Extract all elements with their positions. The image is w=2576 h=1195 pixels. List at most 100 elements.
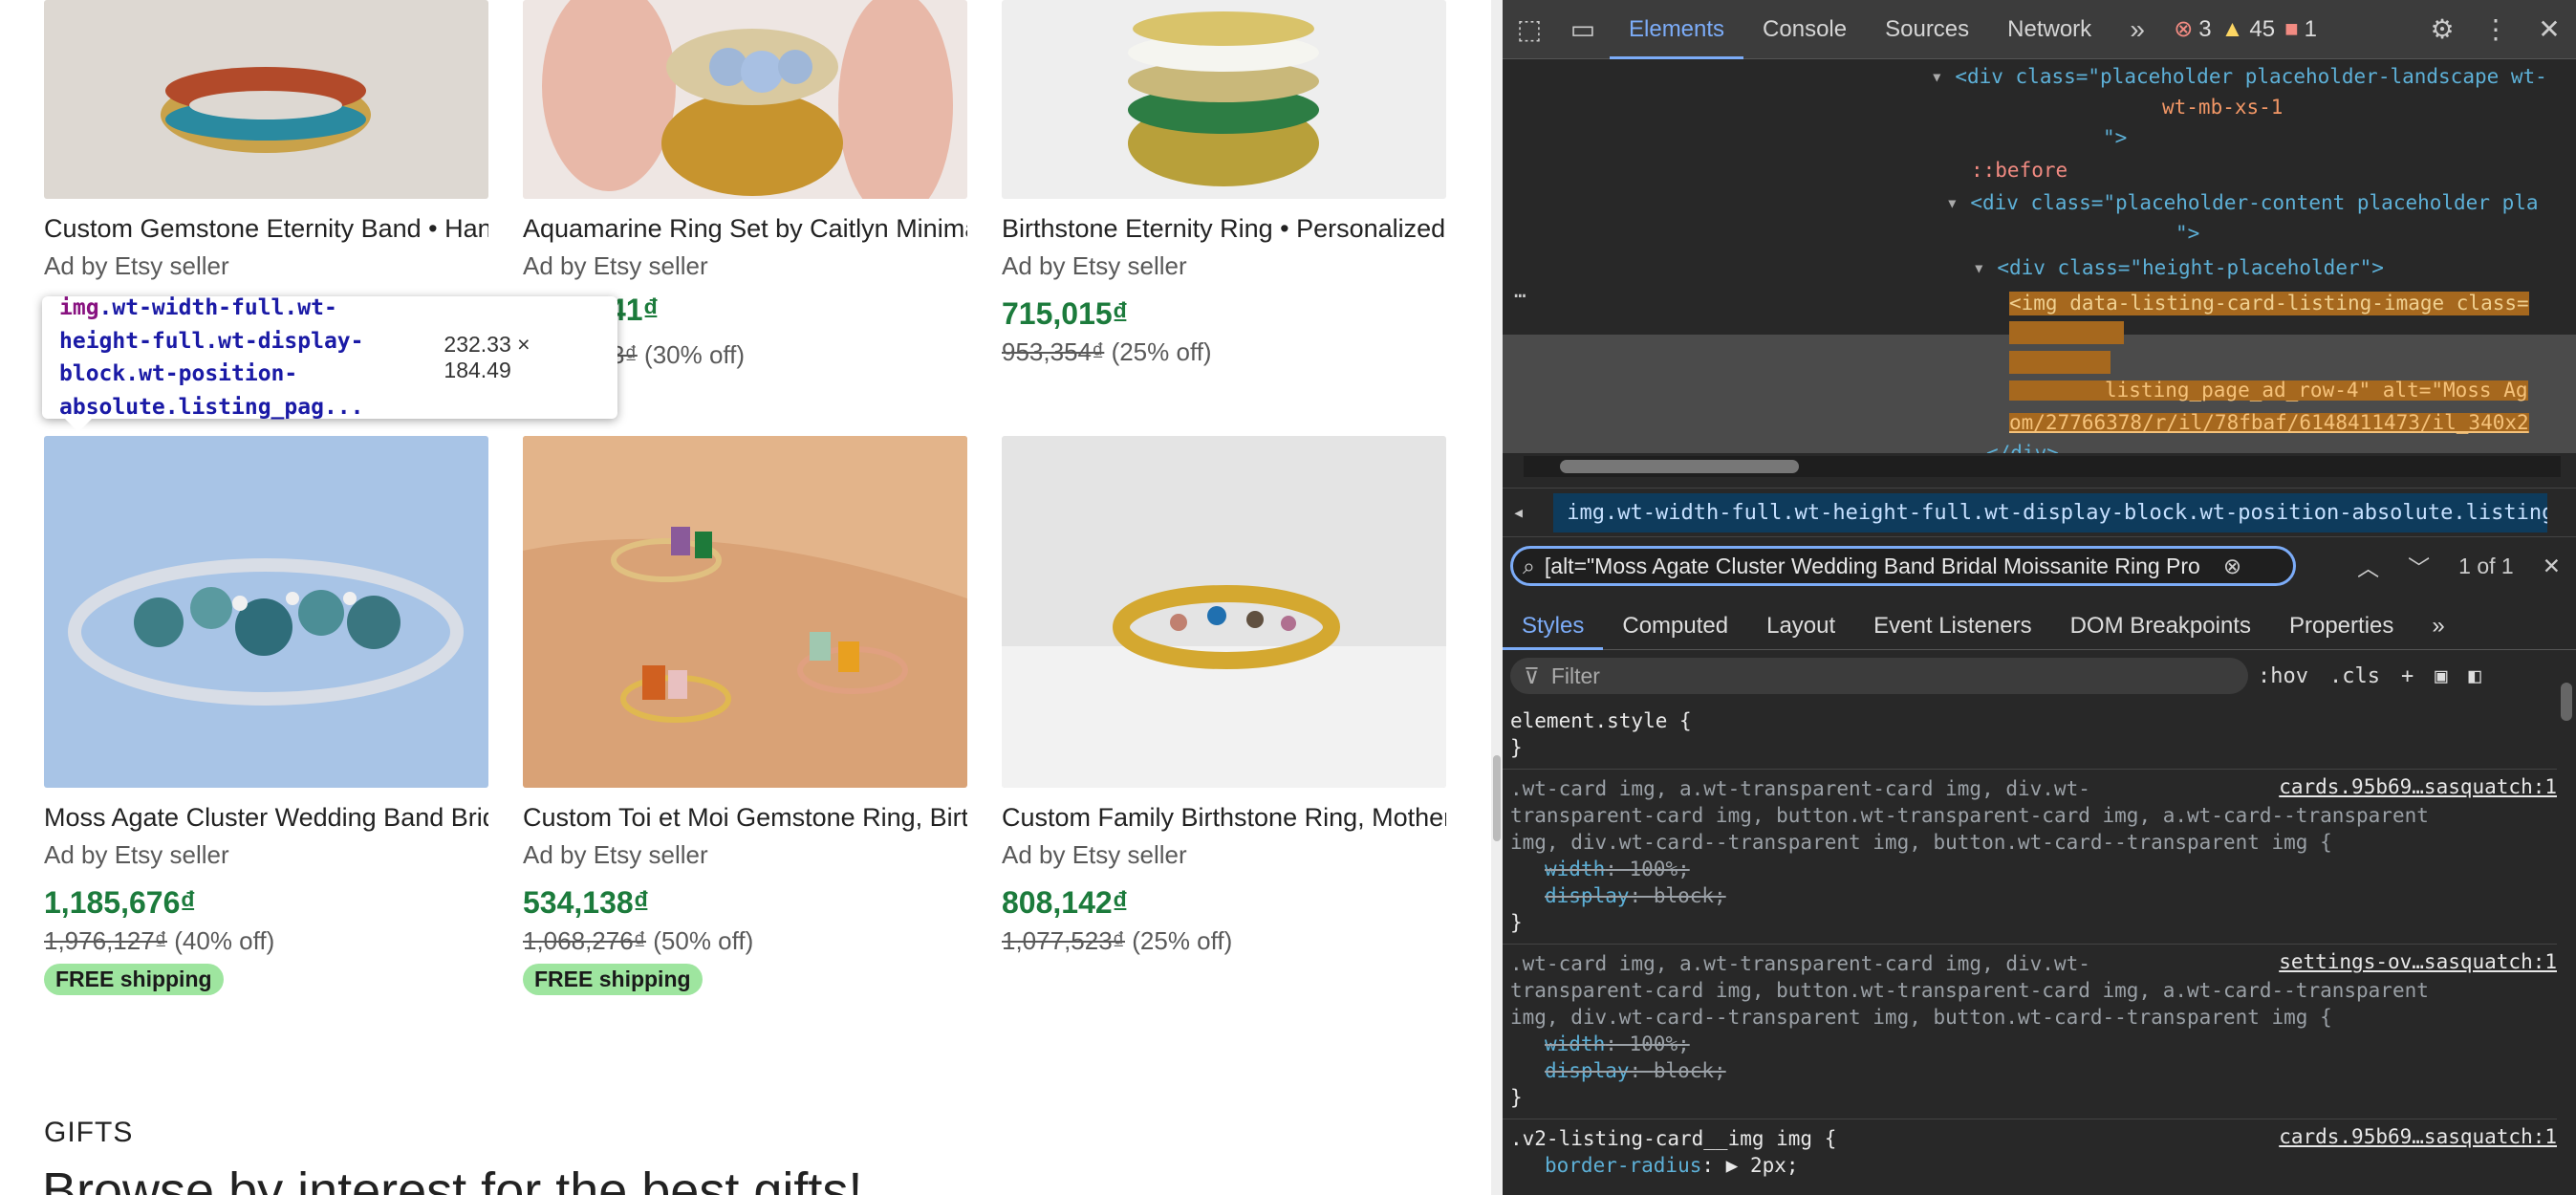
scrollbar-thumb[interactable] <box>1493 755 1501 841</box>
hov-toggle[interactable]: :hov <box>2258 664 2308 688</box>
product-card[interactable]: Moss Agate Cluster Wedding Band Bridal M… <box>44 436 488 995</box>
dom-line[interactable]: <div class="placeholder placeholder-land… <box>1955 65 2547 88</box>
warning-count[interactable]: ▲ 45 <box>2221 16 2275 43</box>
tab-styles[interactable]: Styles <box>1503 602 1604 650</box>
discount: (50% off) <box>653 926 754 955</box>
style-rule[interactable]: cards.95b69…sasquatch:1 .v2-listing-card… <box>1503 1119 2557 1186</box>
product-image[interactable] <box>523 436 967 788</box>
scrollbar-thumb[interactable] <box>2561 683 2572 721</box>
more-tabs-icon[interactable]: » <box>2111 14 2164 45</box>
style-property[interactable]: border-radius: ▶ 2px; <box>1510 1152 2549 1179</box>
dom-tree[interactable]: ▾ <div class="placeholder placeholder-la… <box>1503 59 2576 453</box>
product-image[interactable] <box>1002 0 1446 199</box>
tab-elements[interactable]: Elements <box>1610 0 1744 59</box>
breadcrumb-selected-node[interactable]: img.wt-width-full.wt-height-full.wt-disp… <box>1553 492 2548 532</box>
close-icon[interactable]: ✕ <box>2522 13 2576 45</box>
product-image[interactable] <box>523 0 967 199</box>
style-rule[interactable]: element.style { } <box>1503 702 2557 770</box>
sidebar-toggle-icon[interactable]: ◧ <box>2468 664 2480 688</box>
product-card[interactable]: Aquamarine Ring Set by Caitlyn Minimalis… <box>523 0 967 281</box>
styles-filter-input[interactable]: ⊽ Filter <box>1510 658 2248 694</box>
tab-layout[interactable]: Layout <box>1747 602 1854 650</box>
paint-icon[interactable]: ▣ <box>2435 664 2447 688</box>
dom-line[interactable]: </div> <box>1986 444 2059 454</box>
sale-price: 715,015₫ <box>1002 296 1129 331</box>
style-property[interactable]: display: block; <box>1510 882 2549 909</box>
next-match-icon[interactable]: ﹀ <box>2408 550 2430 582</box>
sale-price: 1,185,676₫ <box>44 885 196 920</box>
style-rule[interactable]: cards.95b69…sasquatch:1 .wt-card img, a.… <box>1503 770 2557 945</box>
rule-selector: transparent-card img, button.wt-transpar… <box>1510 979 2429 1002</box>
style-property[interactable]: width: 100%; <box>1510 856 2549 882</box>
dom-line[interactable]: <div class="height-placeholder"> <box>1997 256 2384 279</box>
tab-event-listeners[interactable]: Event Listeners <box>1854 602 2050 650</box>
dom-horizontal-scrollbar[interactable] <box>1524 456 2561 477</box>
device-toolbar-icon[interactable]: ▭ <box>1556 13 1610 45</box>
collapse-arrow-icon[interactable]: ▾ <box>1946 191 1959 214</box>
page-scrollbar[interactable] <box>1491 0 1503 1195</box>
tab-console[interactable]: Console <box>1743 0 1866 59</box>
new-rule-icon[interactable]: + <box>2401 664 2414 688</box>
product-image[interactable] <box>44 0 488 199</box>
collapse-arrow-icon[interactable]: ▾ <box>1931 65 1943 88</box>
styles-scrollbar[interactable] <box>2557 654 2576 1195</box>
style-rule[interactable]: settings-ov…sasquatch:1 .wt-card img, a.… <box>1503 945 2557 1119</box>
dom-line: "> <box>2176 222 2200 245</box>
property-name: display <box>1545 884 1630 907</box>
style-property[interactable]: display: block; <box>1510 1057 2549 1084</box>
highlight-block <box>2009 351 2111 374</box>
tab-dom-breakpoints[interactable]: DOM Breakpoints <box>2051 602 2270 650</box>
settings-gear-icon[interactable]: ⚙ <box>2415 13 2469 45</box>
product-title[interactable]: Aquamarine Ring Set by Caitlyn Minimalis… <box>523 214 967 244</box>
product-card[interactable]: Custom Family Birthstone Ring, Mothers R… <box>1002 436 1446 956</box>
sale-price: 808,142₫ <box>1002 885 1129 920</box>
original-price-value: 1,976,127₫ <box>44 926 168 955</box>
product-title[interactable]: Custom Family Birthstone Ring, Mothers R… <box>1002 803 1446 833</box>
product-title[interactable]: Custom Toi et Moi Gemstone Ring, Birthst… <box>523 803 967 833</box>
rule-source-link[interactable]: settings-ov…sasquatch:1 <box>2279 950 2557 973</box>
inspect-element-icon[interactable]: ⬚ <box>1503 13 1556 45</box>
property-value: ▶ 2px; <box>1725 1154 1799 1177</box>
tooltip-selector: img.wt-width-full.wt-height-full.wt-disp… <box>59 292 415 424</box>
original-price: 1,068,276₫ (50% off) <box>523 926 967 956</box>
more-tabs-icon[interactable]: » <box>2413 602 2463 650</box>
property-value: 100%; <box>1629 858 1690 880</box>
dom-pseudo-element[interactable]: ::before <box>1971 161 2067 181</box>
rule-source-link[interactable]: cards.95b69…sasquatch:1 <box>2279 775 2557 798</box>
filter-icon: ⊽ <box>1524 663 1540 688</box>
discount: (25% off) <box>1132 926 1233 955</box>
product-image[interactable] <box>44 436 488 788</box>
product-card[interactable]: Birthstone Eternity Ring • Personalized … <box>1002 0 1446 367</box>
tab-sources[interactable]: Sources <box>1866 0 1988 59</box>
dom-line[interactable]: om/27766378/r/il/78fbaf/6148411473/il_34… <box>2009 413 2529 433</box>
dom-search-bar: ⌕ [alt="Moss Agate Cluster Wedding Band … <box>1503 543 2576 589</box>
rule-selector: transparent-card img, button.wt-transpar… <box>1510 804 2429 827</box>
dom-search-input[interactable]: ⌕ [alt="Moss Agate Cluster Wedding Band … <box>1510 546 2296 586</box>
tab-network[interactable]: Network <box>1988 0 2111 59</box>
product-title[interactable]: Custom Gemstone Eternity Band • Handmade… <box>44 214 488 244</box>
tab-computed[interactable]: Computed <box>1603 602 1747 650</box>
property-name: border-radius <box>1545 1154 1702 1177</box>
error-count[interactable]: ⊗ 3 <box>2174 15 2211 43</box>
selected-img-node[interactable]: <img data-listing-card-listing-image cla… <box>2009 292 2529 315</box>
previous-match-icon[interactable]: ︿ <box>2357 550 2379 582</box>
product-image[interactable] <box>1002 436 1446 788</box>
product-title[interactable]: Moss Agate Cluster Wedding Band Bridal M… <box>44 803 488 833</box>
cls-toggle[interactable]: .cls <box>2329 664 2380 688</box>
collapse-arrow-icon[interactable]: ▾ <box>1973 256 1985 279</box>
node-actions-ellipsis[interactable]: … <box>1514 281 1526 301</box>
issue-count[interactable]: ■ 1 <box>2284 16 2317 43</box>
product-title[interactable]: Birthstone Eternity Ring • Personalized … <box>1002 214 1446 244</box>
clear-search-icon[interactable]: ⊗ <box>2223 554 2241 579</box>
rule-source-link[interactable]: cards.95b69…sasquatch:1 <box>2279 1125 2557 1148</box>
scrollbar-thumb[interactable] <box>1560 460 1799 473</box>
more-options-icon[interactable]: ⋮ <box>2469 13 2522 45</box>
product-card[interactable]: Custom Gemstone Eternity Band • Handmade… <box>44 0 488 281</box>
close-search-icon[interactable]: ✕ <box>2543 554 2561 579</box>
chevron-left-icon[interactable]: ◂ <box>1512 501 1525 525</box>
dom-line[interactable]: <div class="placeholder-content placehol… <box>1970 191 2538 214</box>
style-property[interactable]: width: 100%; <box>1510 1031 2549 1057</box>
tab-properties[interactable]: Properties <box>2270 602 2413 650</box>
original-price: 953,354₫ (25% off) <box>1002 337 1446 367</box>
product-card[interactable]: Custom Toi et Moi Gemstone Ring, Birthst… <box>523 436 967 995</box>
